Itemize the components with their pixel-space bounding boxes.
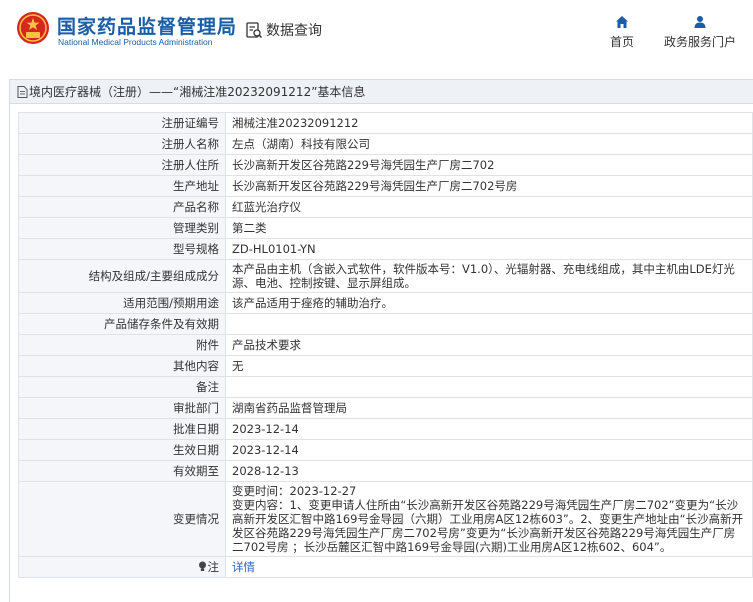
change-value: 变更时间：2023-12-27 变更内容：1、变更申请人住所由“长沙高新开发区谷…	[225, 481, 753, 557]
field-value: 第二类	[225, 217, 753, 239]
table-row: 管理类别 第二类	[18, 217, 753, 239]
field-label: 管理类别	[18, 217, 226, 239]
field-label: 结构及组成/主要组成成分	[18, 259, 226, 293]
field-label: 其他内容	[18, 355, 226, 377]
field-value: 该产品适用于痤疮的辅助治疗。	[225, 292, 753, 314]
field-value: 红蓝光治疗仪	[225, 196, 753, 218]
field-value	[225, 376, 753, 398]
field-label: 型号规格	[18, 238, 226, 260]
field-value	[225, 313, 753, 335]
field-value: 长沙高新开发区谷苑路229号海凭园生产厂房二702	[225, 154, 753, 176]
table-row: 其他内容 无	[18, 355, 753, 377]
table-row: 产品名称 红蓝光治疗仪	[18, 196, 753, 218]
field-label: 产品名称	[18, 196, 226, 218]
home-icon	[616, 16, 628, 28]
table-row: 备注	[18, 376, 753, 398]
table-row: 生效日期 2023-12-14	[18, 439, 753, 461]
field-label: 注册证编号	[18, 112, 226, 134]
field-label: 适用范围/预期用途	[18, 292, 226, 314]
panel-title: 境内医疗器械（注册）——“湘械注准20232091212”基本信息	[29, 85, 366, 99]
field-label: 产品储存条件及有效期	[18, 313, 226, 335]
national-emblem-icon	[17, 12, 49, 44]
field-value: 无	[225, 355, 753, 377]
data-query-icon	[246, 22, 263, 39]
field-label: 生效日期	[18, 439, 226, 461]
field-value: 本产品由主机（含嵌入式软件，软件版本号：V1.0）、光辐射器、充电线组成，其中主…	[225, 259, 753, 293]
field-value: 左点（湖南）科技有限公司	[225, 133, 753, 155]
field-value: 产品技术要求	[225, 334, 753, 356]
table-row: 审批部门 湖南省药品监督管理局	[18, 397, 753, 419]
table-row: 产品储存条件及有效期	[18, 313, 753, 335]
note-label: 注	[207, 560, 220, 574]
field-label: 附件	[18, 334, 226, 356]
table-row: 型号规格 ZD-HL0101-YN	[18, 238, 753, 260]
table-row: 注册人名称 左点（湖南）科技有限公司	[18, 133, 753, 155]
site-logo-title[interactable]: 国家药品监督管理局	[57, 12, 237, 39]
field-value: 湘械注准20232091212	[225, 112, 753, 134]
data-query-label: 数据查询	[266, 23, 322, 39]
field-value: 2023-12-14	[225, 418, 753, 440]
change-content: 变更内容：1、变更申请人住所由“长沙高新开发区谷苑路229号海凭园生产厂房二70…	[232, 498, 744, 554]
table-row-change: 变更情况 变更时间：2023-12-27 变更内容：1、变更申请人住所由“长沙高…	[18, 481, 753, 557]
nav-home-label: 首页	[609, 35, 634, 49]
field-label: 注册人住所	[18, 154, 226, 176]
note-value: 详情	[225, 556, 753, 578]
table-row: 结构及组成/主要组成成分 本产品由主机（含嵌入式软件，软件版本号：V1.0）、光…	[18, 259, 753, 293]
field-value: 长沙高新开发区谷苑路229号海凭园生产厂房二702号房	[225, 175, 753, 197]
details-link[interactable]: 详情	[232, 560, 255, 574]
table-row: 注册人住所 长沙高新开发区谷苑路229号海凭园生产厂房二702	[18, 154, 753, 176]
table-row: 注册证编号 湘械注准20232091212	[18, 112, 753, 134]
nav-gov-service-portal[interactable]: 政务服务门户	[660, 15, 740, 50]
panel-header: 境内医疗器械（注册）——“湘械注准20232091212”基本信息	[10, 80, 753, 104]
site-logo-subtitle: National Medical Products Administration	[58, 37, 213, 47]
field-label: 生产地址	[18, 175, 226, 197]
device-info-table: 注册证编号 湘械注准20232091212 注册人名称 左点（湖南）科技有限公司…	[18, 112, 753, 578]
field-label: 审批部门	[18, 397, 226, 419]
site-header: 国家药品监督管理局 National Medical Products Admi…	[0, 0, 753, 66]
field-label: 备注	[18, 376, 226, 398]
data-query-link[interactable]: 数据查询	[245, 20, 322, 40]
field-value: 2028-12-13	[225, 460, 753, 482]
note-label-cell: 注	[18, 556, 226, 578]
document-icon	[17, 85, 28, 98]
field-value: ZD-HL0101-YN	[225, 238, 753, 260]
table-row: 附件 产品技术要求	[18, 334, 753, 356]
table-row: 有效期至 2028-12-13	[18, 460, 753, 482]
lightbulb-icon	[198, 561, 206, 571]
field-label: 批准日期	[18, 418, 226, 440]
user-icon	[694, 16, 706, 28]
field-value: 湖南省药品监督管理局	[225, 397, 753, 419]
table-row: 适用范围/预期用途 该产品适用于痤疮的辅助治疗。	[18, 292, 753, 314]
field-label: 注册人名称	[18, 133, 226, 155]
field-label: 有效期至	[18, 460, 226, 482]
change-label: 变更情况	[18, 481, 226, 557]
change-time: 变更时间：2023-12-27	[232, 484, 357, 498]
nav-home[interactable]: 首页	[606, 15, 638, 50]
table-row: 批准日期 2023-12-14	[18, 418, 753, 440]
table-row-note: 注 详情	[18, 556, 753, 578]
field-value: 2023-12-14	[225, 439, 753, 461]
nav-gov-label: 政务服务门户	[663, 35, 736, 49]
table-row: 生产地址 长沙高新开发区谷苑路229号海凭园生产厂房二702号房	[18, 175, 753, 197]
